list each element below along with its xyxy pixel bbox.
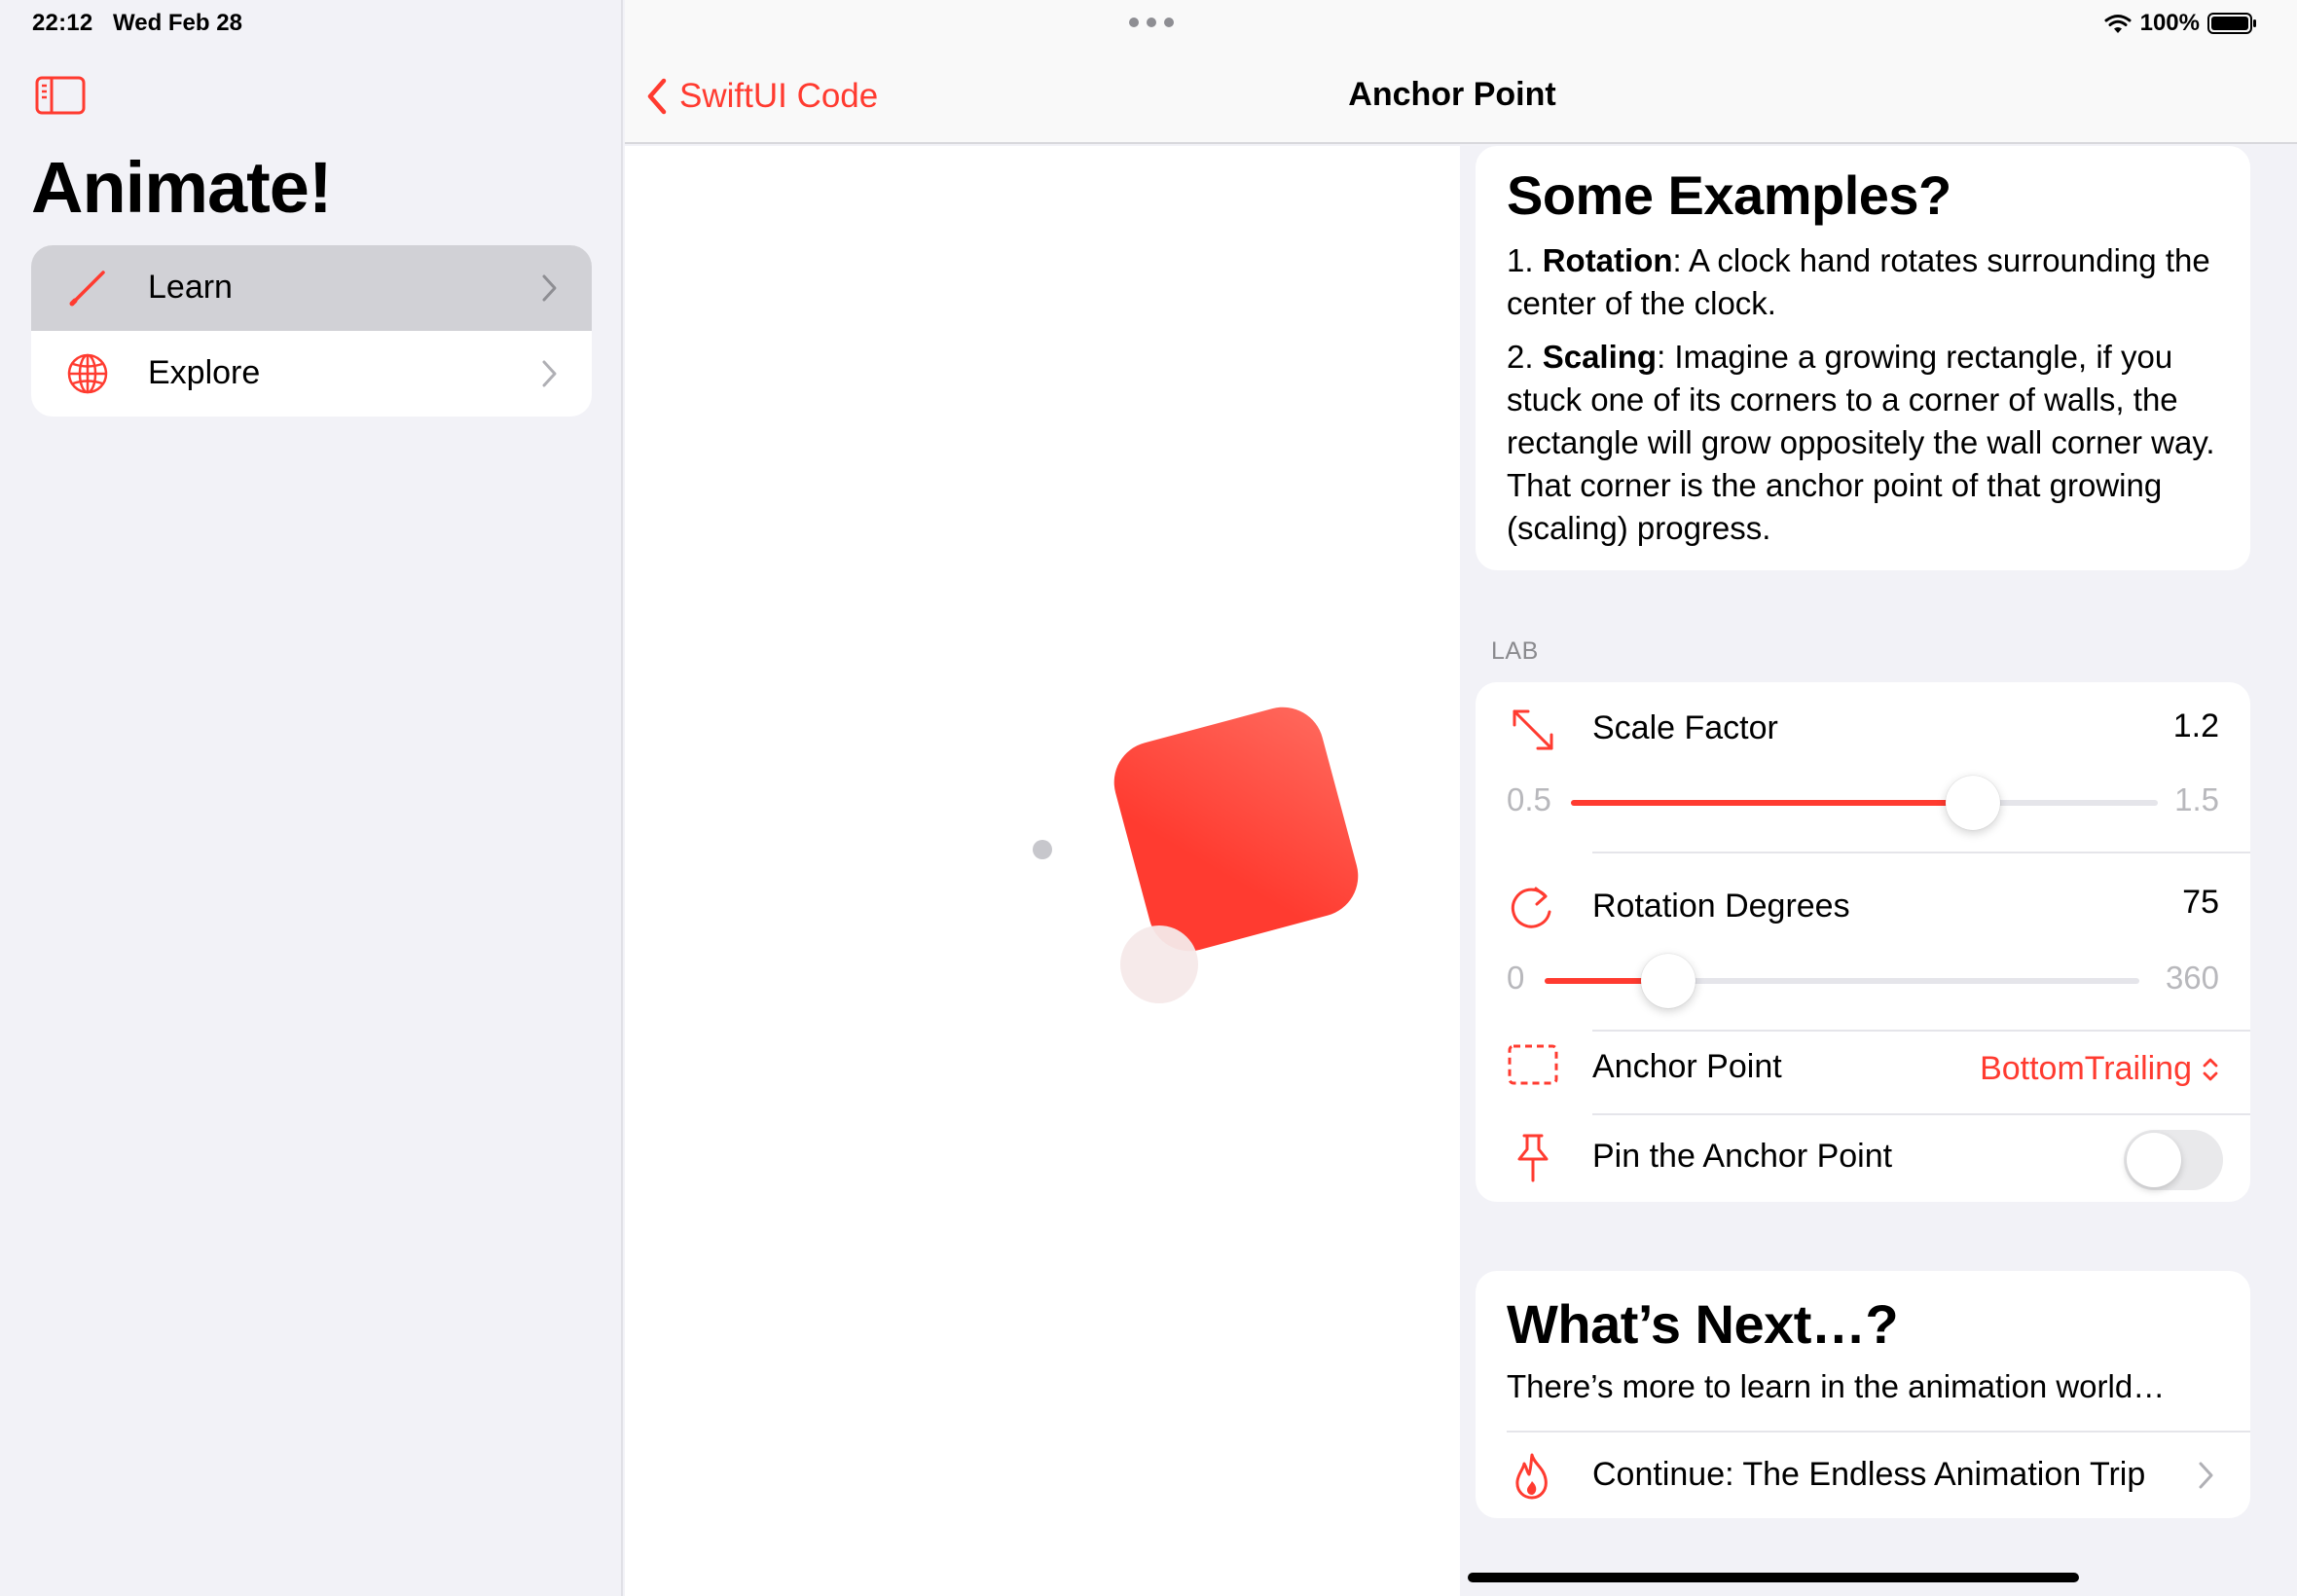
anchor-point-value: BottomTrailing [1980,1050,2192,1087]
sidebar-toggle-icon[interactable] [35,76,86,115]
continue-link-row[interactable]: Continue: The Endless Animation Trip [1476,1433,2250,1518]
scale-factor-value: 1.2 [2172,707,2219,744]
chevron-right-icon [542,360,557,387]
slider-thumb[interactable] [1946,776,2001,830]
globe-icon [67,353,108,394]
scale-factor-slider[interactable] [1571,776,2158,830]
example-number: 2. [1507,339,1543,375]
rotation-max-label: 360 [2165,960,2219,996]
rotation-min-label: 0 [1507,960,1525,996]
chevron-right-icon [542,274,557,302]
anchor-point-marker[interactable] [1120,925,1198,1003]
lab-section-header: LAB [1491,637,1539,665]
rotation-degrees-label: Rotation Degrees [1592,888,1850,925]
multitasking-dots-icon[interactable] [1127,16,1176,29]
pin-anchor-toggle[interactable] [2124,1130,2223,1190]
slider-thumb[interactable] [1641,954,1696,1008]
rotate-icon [1511,887,1551,928]
anchor-point-picker[interactable]: BottomTrailing [1980,1050,2219,1088]
sidebar-item-label: Learn [148,269,233,306]
back-button[interactable]: SwiftUI Code [646,72,878,121]
examples-title: Some Examples? [1507,164,1951,226]
separator [1592,1113,2250,1115]
rotation-degrees-slider[interactable] [1545,954,2139,1008]
sidebar-item-learn[interactable]: Learn [31,245,592,331]
back-button-label: SwiftUI Code [679,77,879,115]
scale-min-label: 0.5 [1507,781,1551,817]
page-title: Anchor Point [1348,76,1556,113]
rotation-degrees-value: 75 [2182,884,2219,921]
example-term: Scaling [1542,339,1658,375]
whats-next-title: What’s Next…? [1507,1293,1899,1355]
sidebar-nav-list: Learn Explore [31,245,592,417]
sidebar-item-explore[interactable]: Explore [31,331,592,417]
scale-factor-label: Scale Factor [1592,709,1778,746]
lab-card: Scale Factor 1.2 0.5 1.5 Rotation Degree… [1476,682,2250,1202]
anchor-point-label: Anchor Point [1592,1048,1782,1085]
pin-icon [1517,1134,1549,1182]
dashed-rect-icon [1508,1044,1558,1085]
preview-svg [1033,707,1359,1003]
whats-next-card: What’s Next…? There’s more to learn in t… [1476,1271,2250,1518]
example-term: Rotation [1542,242,1673,278]
status-date: Wed Feb 28 [113,10,242,36]
example-rotation: 1. Rotation: A clock hand rotates surrou… [1507,239,2227,325]
toggle-knob [2127,1133,2181,1187]
animated-square [1113,707,1359,952]
wifi-icon [2104,15,2132,33]
scale-max-label: 1.5 [2174,781,2219,817]
sidebar-item-label: Explore [148,354,261,391]
content-column: Some Examples? 1. Rotation: A clock hand… [1460,146,2297,1596]
status-time: 22:12 [32,10,93,36]
separator [1592,1030,2250,1032]
flame-icon [1515,1453,1548,1500]
battery-percentage: 100% [2139,10,2200,36]
whats-next-subtitle: There’s more to learn in the animation w… [1507,1368,2166,1404]
center-dot [1033,840,1052,859]
home-indicator [1468,1573,2079,1582]
resize-arrows-icon [1513,709,1553,750]
main-pane: 100% SwiftUI Code Anchor Point Some Exam… [625,0,2297,1596]
animation-canvas [625,146,1460,1596]
battery-icon [2207,13,2256,34]
pencil-icon [69,271,105,307]
continue-link-label: Continue: The Endless Animation Trip [1592,1456,2146,1493]
pin-anchor-label: Pin the Anchor Point [1592,1138,1893,1175]
example-scaling: 2. Scaling: Imagine a growing rectangle,… [1507,336,2227,550]
app-title: Animate! [31,147,333,228]
examples-card: Some Examples? 1. Rotation: A clock hand… [1476,146,2250,570]
separator [1592,852,2250,853]
sidebar: 22:12 Wed Feb 28 Animate! Learn Explore [0,0,623,1596]
example-number: 1. [1507,242,1543,278]
chevron-left-icon [647,78,667,115]
slider-fill [1571,800,1974,806]
navigation-bar: 100% SwiftUI Code Anchor Point [625,0,2297,144]
chevron-up-down-icon [2203,1058,2218,1080]
chevron-right-icon [2199,1462,2213,1489]
status-indicators: 100% [2103,8,2258,39]
